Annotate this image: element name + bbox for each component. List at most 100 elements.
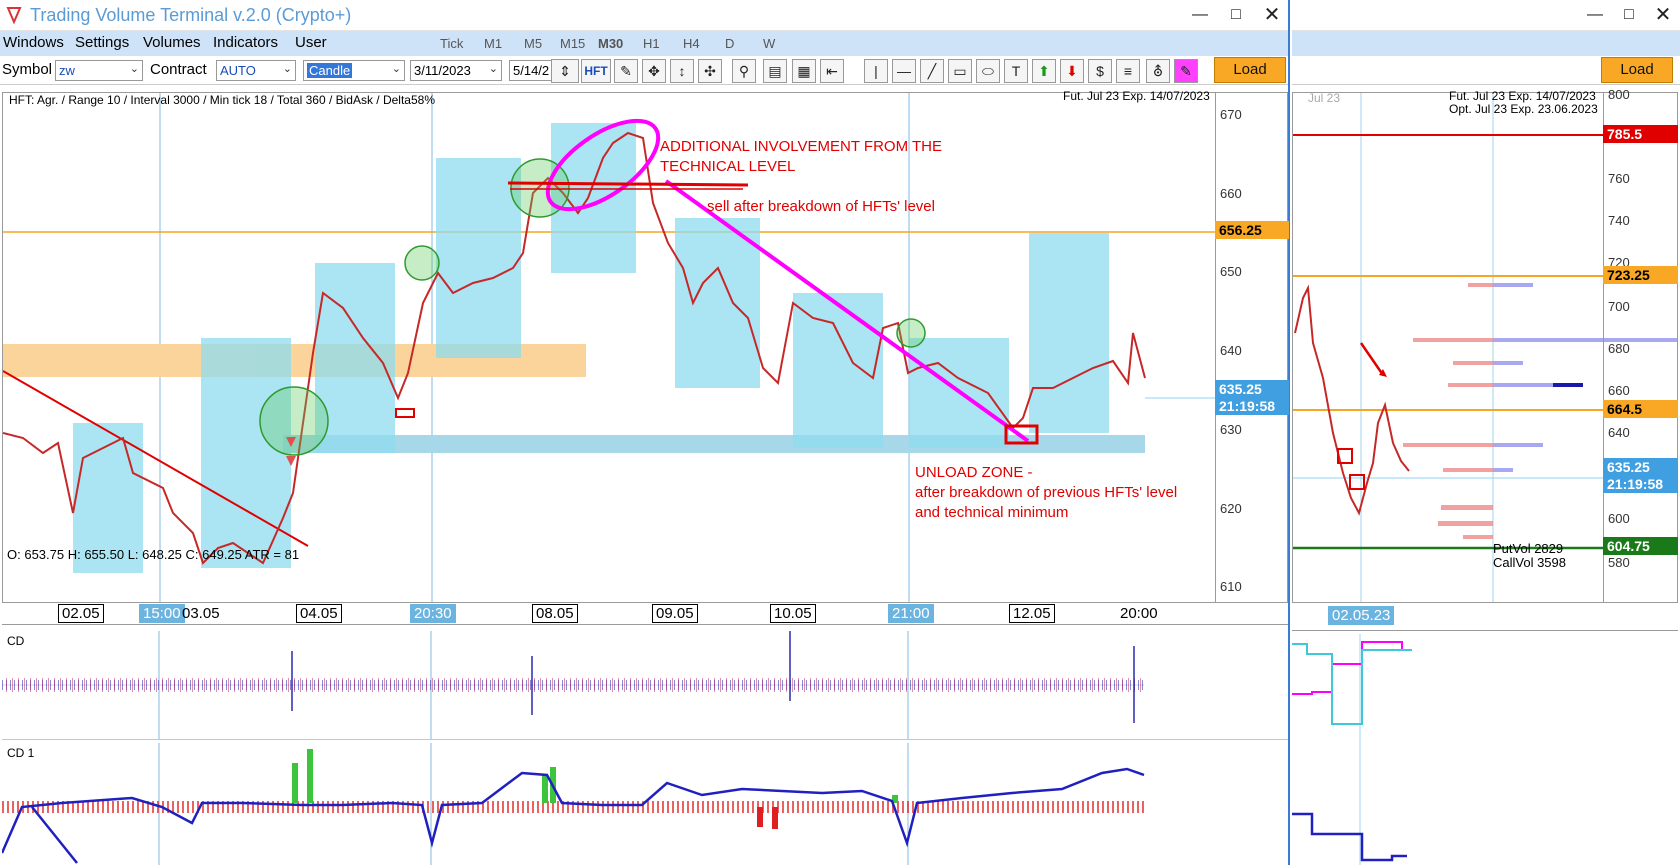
side-load-button[interactable]: Load <box>1601 57 1673 83</box>
side-menu-bar <box>1292 31 1680 83</box>
level-badge-orange-2: 664.5 <box>1603 400 1678 418</box>
date-from-picker[interactable]: 3/11/2023 ⌄ <box>410 60 502 81</box>
side-y-tick: 740 <box>1608 213 1630 228</box>
horizontal-line-icon[interactable]: — <box>892 59 916 83</box>
chevron-down-icon: ⌄ <box>488 63 498 75</box>
date-to-picker[interactable]: 5/14/2 <box>509 60 557 81</box>
side-y-tick: 760 <box>1608 171 1630 186</box>
range-icon[interactable]: ⇤ <box>820 59 844 83</box>
y-axis-line <box>1215 93 1216 602</box>
put-volume: PutVol 2829 <box>1493 541 1564 556</box>
broom-icon[interactable]: ⛢ <box>1146 59 1170 83</box>
chart-info: HFT: Agr. / Range 10 / Interval 3000 / M… <box>9 93 435 107</box>
x-tick: 04.05 <box>296 604 342 623</box>
menu-user[interactable]: User <box>295 34 327 51</box>
side-y-tick: 580 <box>1608 555 1630 570</box>
tf-h1[interactable]: H1 <box>643 36 660 51</box>
side-month: Jul 23 <box>1308 91 1341 105</box>
side-timer-badge: 21:19:58 <box>1603 475 1678 493</box>
tf-w[interactable]: W <box>763 36 775 51</box>
price-chart[interactable]: HFT: Agr. / Range 10 / Interval 3000 / M… <box>2 89 1289 603</box>
annotation-sell: sell after breakdown of HFTs' level <box>707 198 935 215</box>
hft-button[interactable]: HFT <box>581 59 611 83</box>
y-tick: 630 <box>1220 422 1242 437</box>
close-icon[interactable]: ✕ <box>1258 4 1286 26</box>
magnifier-icon[interactable]: ⚲ <box>732 59 756 83</box>
menu-indicators[interactable]: Indicators <box>213 34 278 51</box>
side-y-tick: 600 <box>1608 511 1630 526</box>
last-price-badge: 635.25 <box>1215 380 1289 398</box>
x-tick: 03.05 <box>182 605 220 622</box>
tf-m15[interactable]: M15 <box>560 36 585 51</box>
side-x-tick: 02.05.23 <box>1328 606 1395 625</box>
trend-line-icon[interactable]: ╱ <box>920 59 944 83</box>
contract-label: Contract <box>150 61 207 78</box>
chart-type-select[interactable]: Candle ⌄ <box>303 60 405 81</box>
menu-windows[interactable]: Windows <box>3 34 64 51</box>
y-tick: 610 <box>1220 579 1242 594</box>
side-toolbar: Load <box>1292 56 1680 85</box>
pen-icon[interactable]: ✎ <box>614 59 638 83</box>
symbol-label: Symbol <box>2 61 53 78</box>
tf-tick[interactable]: Tick <box>440 36 463 51</box>
title-bar: Trading Volume Terminal v.2.0 (Crypto+) … <box>0 0 1288 31</box>
y-tick: 640 <box>1220 343 1242 358</box>
chevron-down-icon: ⌄ <box>391 63 401 75</box>
crosshair-icon[interactable]: ✥ <box>642 59 666 83</box>
bars-icon[interactable]: ▤ <box>763 59 787 83</box>
vertical-move-icon[interactable]: ↕ <box>670 59 694 83</box>
side-y-tick: 800 <box>1608 87 1630 102</box>
arrow-down-icon[interactable]: ⬇ <box>1060 59 1084 83</box>
maximize-icon[interactable]: □ <box>1222 4 1250 26</box>
text-icon[interactable]: T <box>1004 59 1028 83</box>
tf-m5[interactable]: M5 <box>524 36 542 51</box>
options-chart[interactable]: Jul 23 Fut. Jul 23 Exp. 14/07/2023 Opt. … <box>1292 87 1678 603</box>
tf-h4[interactable]: H4 <box>683 36 700 51</box>
arrows-star-icon[interactable]: ⇕ <box>551 59 579 83</box>
load-button[interactable]: Load <box>1214 57 1286 83</box>
tf-d[interactable]: D <box>725 36 734 51</box>
side-y-axis-line <box>1603 93 1604 602</box>
window-title: Trading Volume Terminal v.2.0 (Crypto+) <box>30 5 352 25</box>
rectangle-icon[interactable]: ▭ <box>948 59 972 83</box>
side-indicator-chart <box>1292 634 1412 865</box>
chart-canvas <box>3 93 1215 602</box>
side-opt-info: Opt. Jul 23 Exp. 23.06.2023 <box>1449 102 1598 116</box>
arrow-up-icon[interactable]: ⬆ <box>1032 59 1056 83</box>
call-volume: CallVol 3598 <box>1493 555 1566 570</box>
close-icon[interactable]: ✕ <box>1649 4 1677 26</box>
dollar-icon[interactable]: $ <box>1088 59 1112 83</box>
tf-m1[interactable]: M1 <box>484 36 502 51</box>
minimize-icon[interactable]: — <box>1186 4 1214 26</box>
price-level-badge: 656.25 <box>1215 221 1289 239</box>
move-icon[interactable]: ✣ <box>698 59 722 83</box>
menu-volumes[interactable]: Volumes <box>143 34 201 51</box>
color-picker-icon[interactable]: ✎ <box>1174 59 1198 83</box>
timer-badge: 21:19:58 <box>1215 397 1289 415</box>
fibonacci-icon[interactable]: ≡ <box>1116 59 1140 83</box>
x-tick: 09.05 <box>652 604 698 623</box>
side-indicator-panel <box>1292 634 1678 865</box>
chevron-down-icon: ⌄ <box>129 63 139 75</box>
level-badge-orange: 723.25 <box>1603 266 1678 284</box>
maximize-icon[interactable]: □ <box>1615 4 1643 26</box>
side-time-axis: 02.05.23 <box>1292 603 1678 631</box>
annotation-unload-zone: UNLOAD ZONE - after breakdown of previou… <box>915 464 1178 521</box>
vertical-line-icon[interactable]: | <box>864 59 888 83</box>
cd1-indicator-panel[interactable]: CD 1 <box>2 743 1288 865</box>
cd1-chart <box>2 743 1145 865</box>
symbol-select[interactable]: zw ⌄ <box>55 60 143 81</box>
annotation-involvement: ADDITIONAL INVOLVEMENT FROM THE TECHNICA… <box>660 138 942 175</box>
ellipse-icon[interactable]: ⬭ <box>976 59 1000 83</box>
time-axis: 02.05 15:00 03.05 04.05 20:30 08.05 09.0… <box>2 603 1288 625</box>
menu-settings[interactable]: Settings <box>75 34 129 51</box>
side-y-tick: 660 <box>1608 383 1630 398</box>
minimize-icon[interactable]: — <box>1581 4 1609 26</box>
delta-bars-icon[interactable]: ▦ <box>792 59 816 83</box>
cd-indicator-panel[interactable]: CD <box>2 631 1288 740</box>
x-tick: 20:30 <box>410 604 456 623</box>
contract-info: Fut. Jul 23 Exp. 14/07/2023 <box>1063 89 1210 103</box>
tf-m30[interactable]: M30 <box>598 36 623 51</box>
side-fut-info: Fut. Jul 23 Exp. 14/07/2023 <box>1449 89 1596 103</box>
contract-select[interactable]: AUTO ⌄ <box>216 60 296 81</box>
